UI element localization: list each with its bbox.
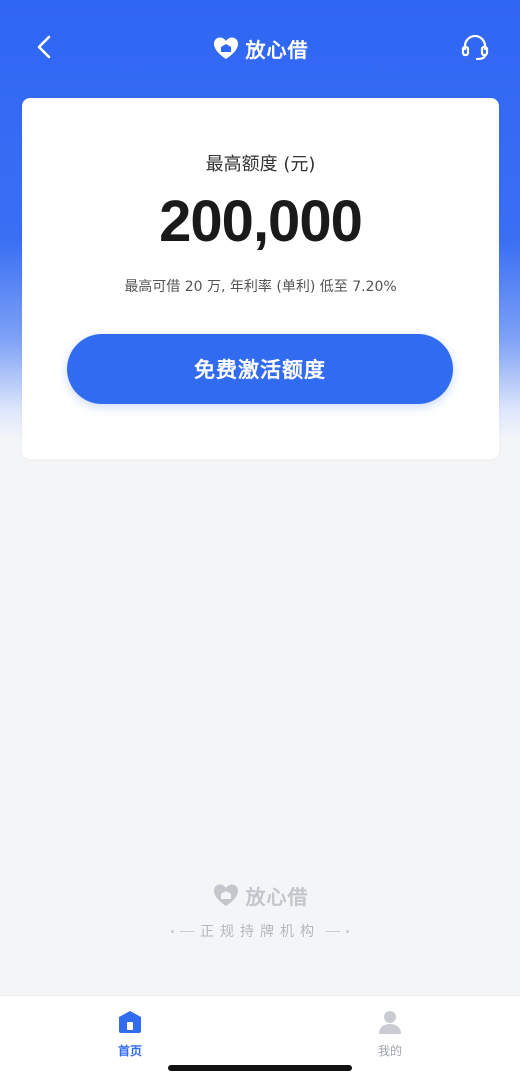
tab-mine-label: 我的 <box>377 1044 402 1058</box>
headset-icon <box>461 34 489 61</box>
divider-line <box>180 930 194 932</box>
heart-logo-icon <box>213 37 238 59</box>
credit-limit-amount: 200,000 <box>159 189 363 254</box>
heart-logo-icon <box>213 884 238 906</box>
home-icon <box>119 1011 141 1033</box>
credit-card: 最高额度 (元) 200,000 最高可借 20 万, 年利率 (单利) 低至 … <box>22 98 499 459</box>
activate-credit-button[interactable]: 免费激活额度 <box>67 334 453 404</box>
tagline-text: 正规持牌机构 <box>200 924 320 940</box>
footer-tagline: 正规持牌机构 <box>0 920 520 942</box>
credit-limit-label: 最高额度 (元) <box>205 154 316 175</box>
home-indicator <box>168 1065 352 1071</box>
user-icon <box>379 1011 401 1034</box>
footer-brand: 放心借 <box>0 880 520 910</box>
credit-description: 最高可借 20 万, 年利率 (单利) 低至 7.20% <box>124 279 397 295</box>
nav-bar: 放心借 <box>0 0 520 96</box>
divider-dot <box>346 929 349 933</box>
tab-home-label: 首页 <box>117 1044 142 1058</box>
tab-home[interactable]: 首页 <box>90 1008 170 1064</box>
divider-line <box>326 930 340 932</box>
brand-name: 放心借 <box>245 37 309 62</box>
tab-mine[interactable]: 我的 <box>350 1008 430 1064</box>
brand: 放心借 <box>0 30 520 66</box>
divider-dot <box>171 929 174 933</box>
footer-brand-name: 放心借 <box>245 884 309 909</box>
customer-service-button[interactable] <box>458 30 492 64</box>
